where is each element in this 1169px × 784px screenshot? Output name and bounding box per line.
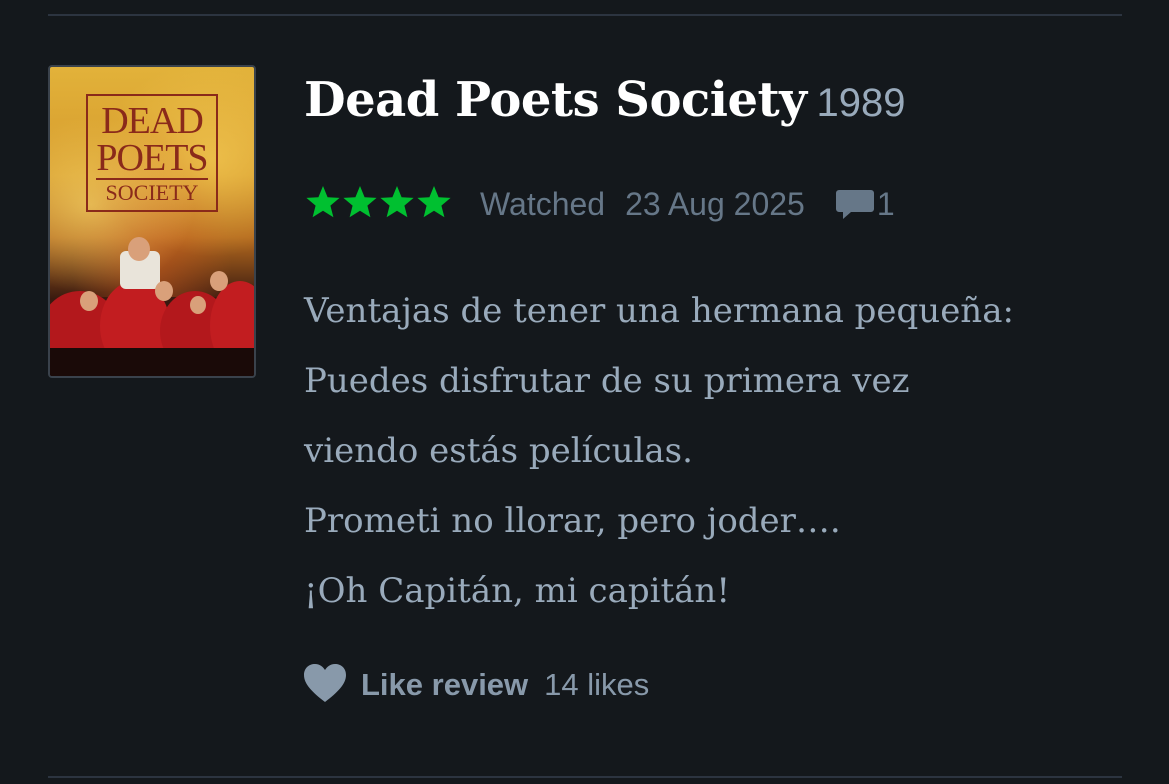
film-title-row: Dead Poets Society 1989 — [304, 72, 906, 128]
like-review-button[interactable]: Like review 14 likes — [302, 662, 649, 708]
poster-crowd-art — [50, 237, 254, 376]
like-review-label: Like review — [361, 667, 529, 702]
poster-title-line3: SOCIETY — [96, 178, 208, 206]
heart-icon — [302, 662, 348, 709]
film-title-link[interactable]: Dead Poets Society — [304, 72, 807, 128]
star-icon — [378, 184, 415, 225]
poster-title-line1: DEAD — [101, 100, 204, 142]
review-line: viendo estás películas. — [304, 431, 693, 471]
review-line: Puedes disfrutar de su primera vez — [304, 361, 910, 401]
watched-date-link[interactable]: 23 Aug 2025 — [625, 186, 805, 223]
star-rating — [304, 184, 452, 225]
comment-count: 1 — [876, 185, 895, 222]
bottom-divider — [48, 776, 1122, 778]
poster-title-logo: DEAD POETS SOCIETY — [86, 94, 218, 212]
top-divider — [48, 14, 1122, 16]
review-line: Ventajas de tener una hermana pequeña: — [304, 291, 1014, 331]
like-count-link[interactable]: 14 likes — [544, 667, 649, 703]
watched-label: Watched — [480, 185, 606, 222]
poster-title-line2: POETS — [96, 137, 208, 179]
star-icon — [341, 184, 378, 225]
review-line: Prometi no llorar, pero joder…. — [304, 501, 841, 541]
review-meta-row: Watched 23 Aug 2025 1 — [304, 184, 895, 224]
review-line: ¡Oh Capitán, mi capitán! — [304, 571, 730, 611]
comment-bubble-icon — [835, 182, 875, 227]
star-icon — [415, 184, 452, 225]
film-poster[interactable]: DEAD POETS SOCIETY — [48, 65, 256, 378]
star-icon — [304, 184, 341, 225]
film-year-link[interactable]: 1989 — [817, 81, 906, 125]
review-body: Ventajas de tener una hermana pequeña: P… — [304, 276, 1134, 626]
comments-link[interactable]: 1 — [835, 182, 895, 227]
